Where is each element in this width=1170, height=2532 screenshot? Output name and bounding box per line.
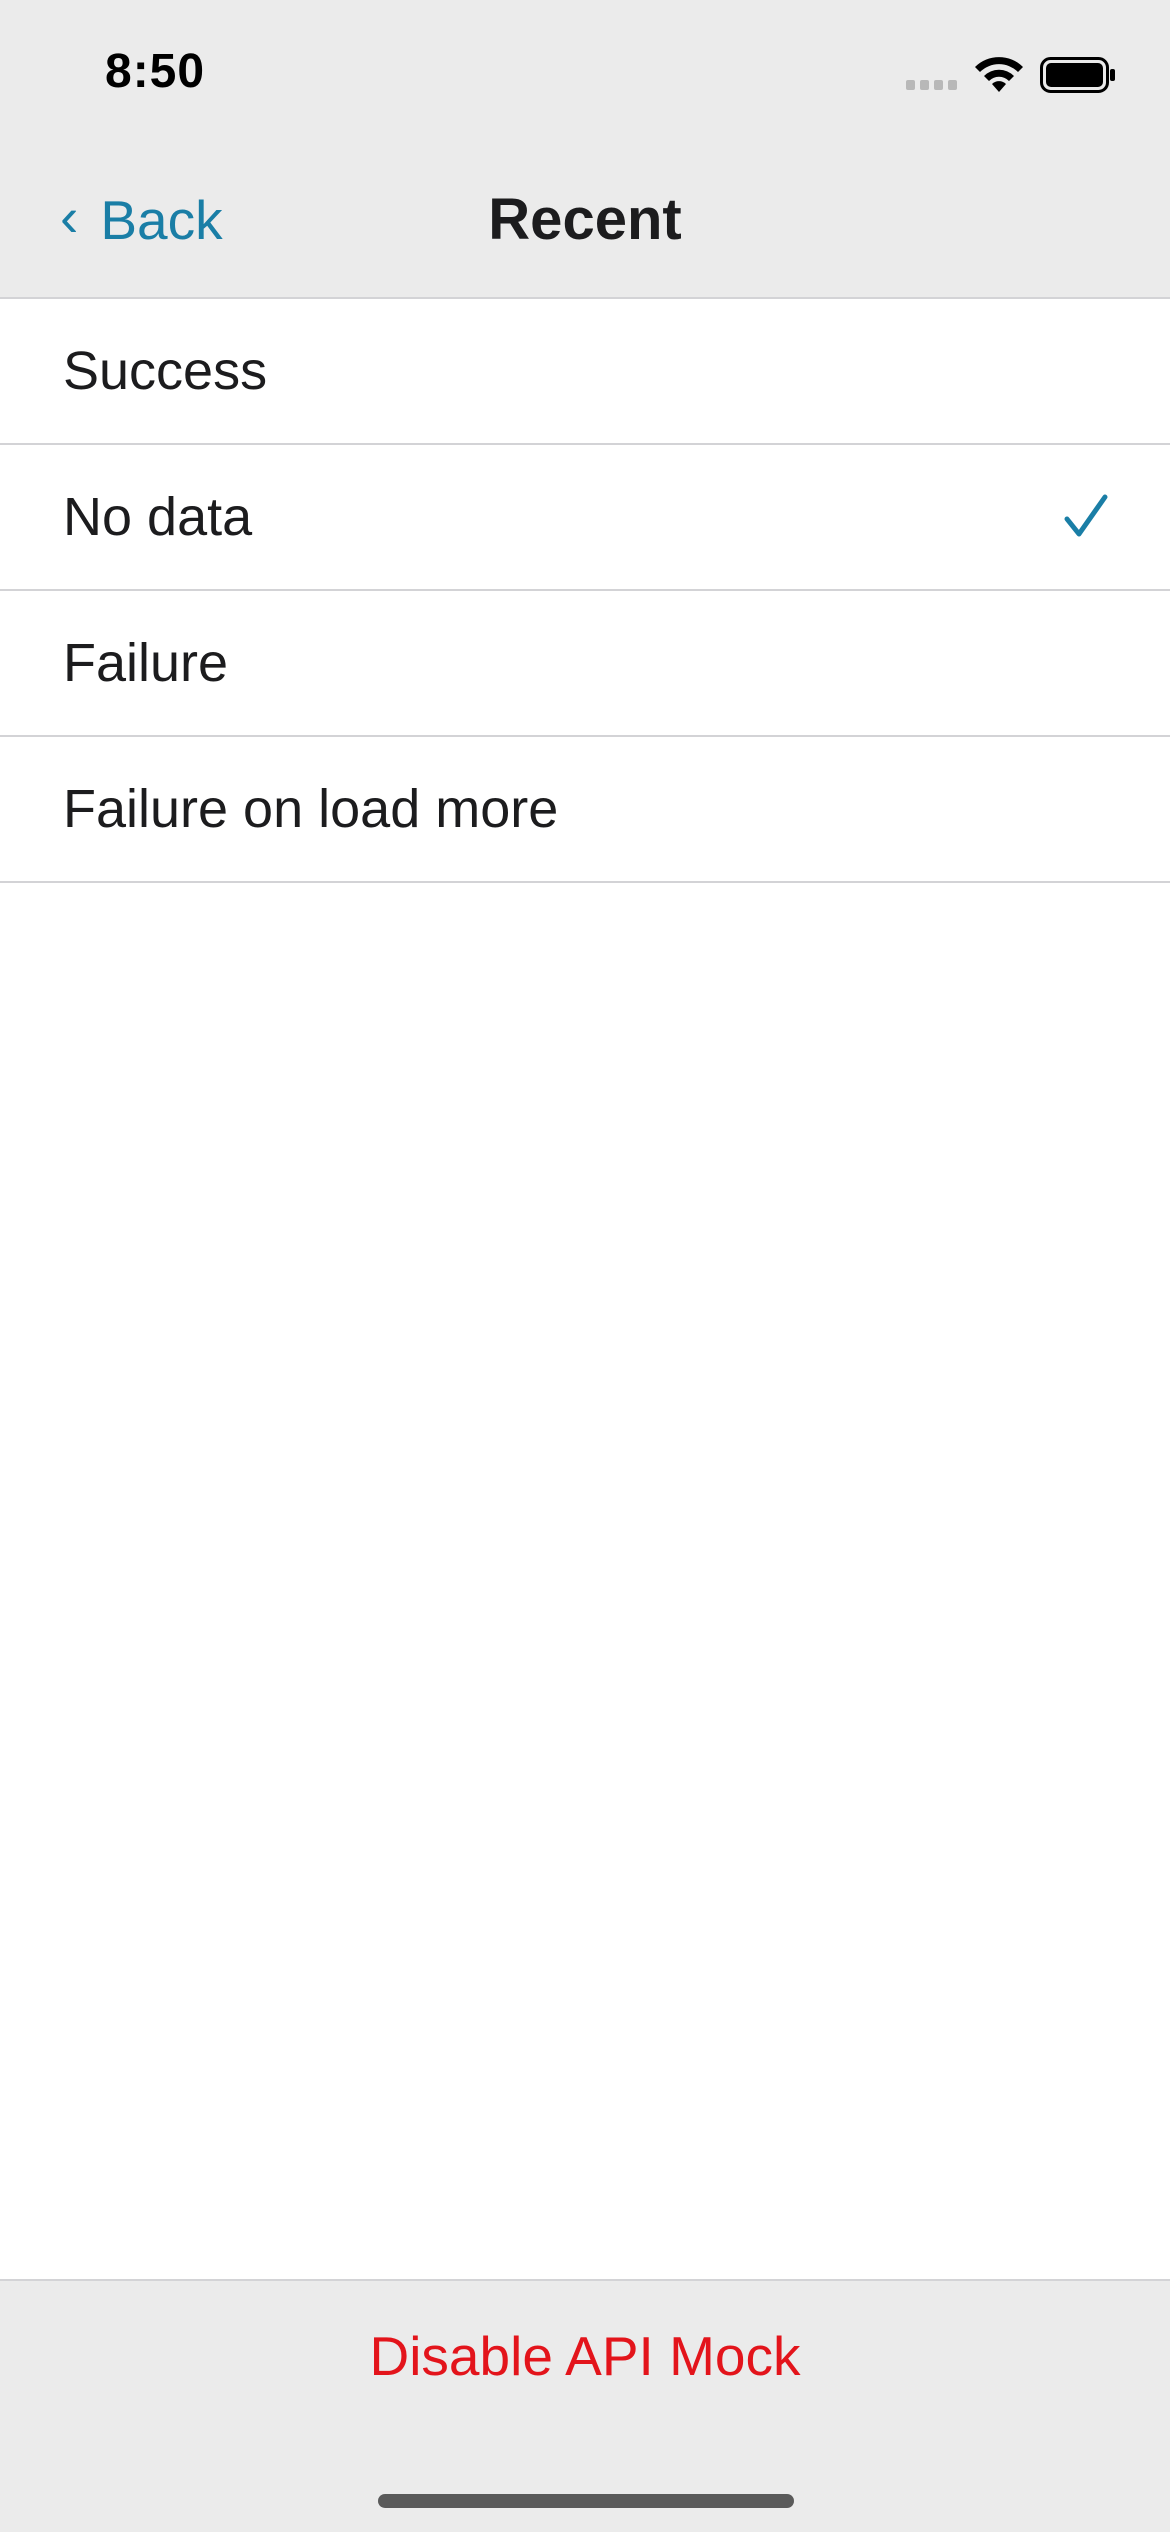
mock-options-list: Success No data Failure Failure on load …	[0, 299, 1170, 883]
status-time: 8:50	[105, 45, 206, 98]
navigation-bar: ‹ Back Recent	[0, 145, 1170, 299]
list-item-failure[interactable]: Failure	[0, 591, 1170, 737]
list-item-label: Failure on load more	[63, 779, 559, 839]
page-title: Recent	[488, 187, 682, 252]
list-item-label: Success	[63, 341, 268, 401]
disable-api-mock-button[interactable]: Disable API Mock	[0, 2321, 1170, 2391]
checkmark-icon	[1064, 494, 1108, 537]
screen: 8:50 ‹ Back Recent Success No data Failu…	[0, 0, 1170, 2532]
list-item-failure-on-load-more[interactable]: Failure on load more	[0, 737, 1170, 883]
status-bar: 8:50	[0, 0, 1170, 145]
bottom-toolbar: Disable API Mock	[0, 2279, 1170, 2532]
signal-icon	[906, 80, 957, 90]
list-item-no-data[interactable]: No data	[0, 445, 1170, 591]
list-item-label: No data	[63, 487, 253, 547]
list-item-success[interactable]: Success	[0, 299, 1170, 445]
list-item-label: Failure	[63, 633, 229, 693]
home-indicator[interactable]	[378, 2494, 794, 2508]
wifi-icon	[975, 57, 1023, 92]
battery-icon	[1040, 57, 1115, 93]
